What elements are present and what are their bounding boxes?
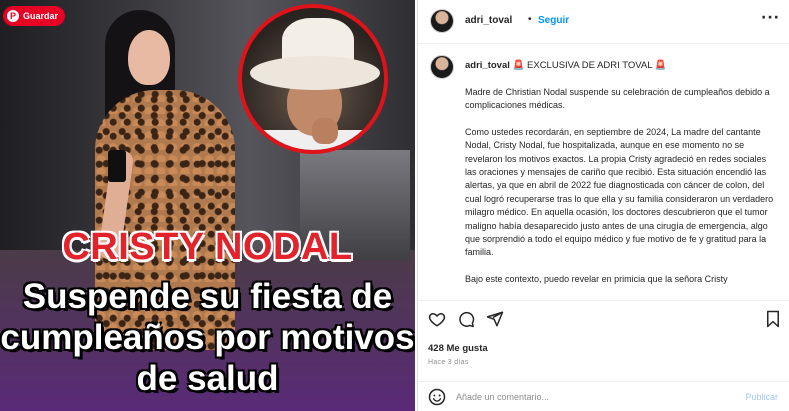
follow-button[interactable]: Seguir — [538, 15, 569, 26]
phone — [108, 150, 126, 182]
caption-paragraph-3: Bajo este contexto, puedo revelar en pri… — [465, 273, 728, 284]
publish-button[interactable]: Publicar — [745, 392, 778, 402]
pinterest-icon: P — [7, 10, 19, 22]
headline-line-1: Suspende su fiesta de — [22, 277, 393, 316]
heart-icon[interactable] — [428, 310, 446, 328]
headline-line-3: de salud — [136, 359, 279, 398]
post-image[interactable]: P Guardar CRISTY NODAL Suspende su fiest… — [0, 0, 415, 411]
man-hand — [312, 118, 338, 144]
caption-header: adri_toval 🚨 EXCLUSIVA DE ADRI TOVAL 🚨 — [465, 60, 667, 71]
caption-body: Madre de Christian Nodal suspende su cel… — [465, 86, 777, 299]
alert-badge-icon: 🚨 — [512, 60, 525, 71]
woman-face — [128, 30, 170, 85]
separator-dot: • — [528, 14, 532, 25]
caption-avatar[interactable] — [430, 55, 454, 79]
caption-paragraph-1: Madre de Christian Nodal suspende su cel… — [465, 87, 770, 111]
post-header: adri_toval • Seguir ··· — [418, 0, 789, 44]
hat-brim — [250, 56, 380, 90]
comment-input[interactable] — [456, 389, 726, 405]
save-pin-button[interactable]: P Guardar — [3, 6, 66, 26]
caption-paragraph-2: Como ustedes recordarán, en septiembre d… — [465, 126, 774, 258]
caption: adri_toval 🚨 EXCLUSIVA DE ADRI TOVAL 🚨 M… — [418, 44, 789, 300]
more-horizontal-icon[interactable]: ··· — [761, 10, 780, 26]
caption-username[interactable]: adri_toval — [465, 60, 510, 71]
man-portrait — [238, 4, 388, 154]
headline-name: CRISTY NODAL — [62, 226, 353, 268]
like-count[interactable]: 428 Me gusta — [428, 343, 488, 354]
headline-text: Suspende su fiesta de cumpleaños por mot… — [0, 276, 415, 399]
comment-icon[interactable] — [457, 310, 475, 328]
caption-title: EXCLUSIVA DE ADRI TOVAL — [527, 60, 653, 71]
send-icon[interactable] — [486, 310, 504, 328]
action-bar: 428 Me gusta Hace 3 días — [418, 300, 789, 380]
comment-bar: Publicar — [418, 381, 789, 411]
post-panel: adri_toval • Seguir ··· adri_toval 🚨 EXC… — [417, 0, 789, 411]
alert-badge-icon-2: 🚨 — [654, 60, 667, 71]
save-label: Guardar — [23, 11, 59, 21]
timestamp[interactable]: Hace 3 días — [428, 359, 469, 366]
emoji-icon[interactable] — [428, 388, 446, 406]
headline-line-2: cumpleaños por motivos — [0, 318, 415, 357]
avatar[interactable] — [430, 9, 454, 33]
header-username[interactable]: adri_toval — [465, 15, 512, 26]
bookmark-icon[interactable] — [764, 310, 782, 328]
